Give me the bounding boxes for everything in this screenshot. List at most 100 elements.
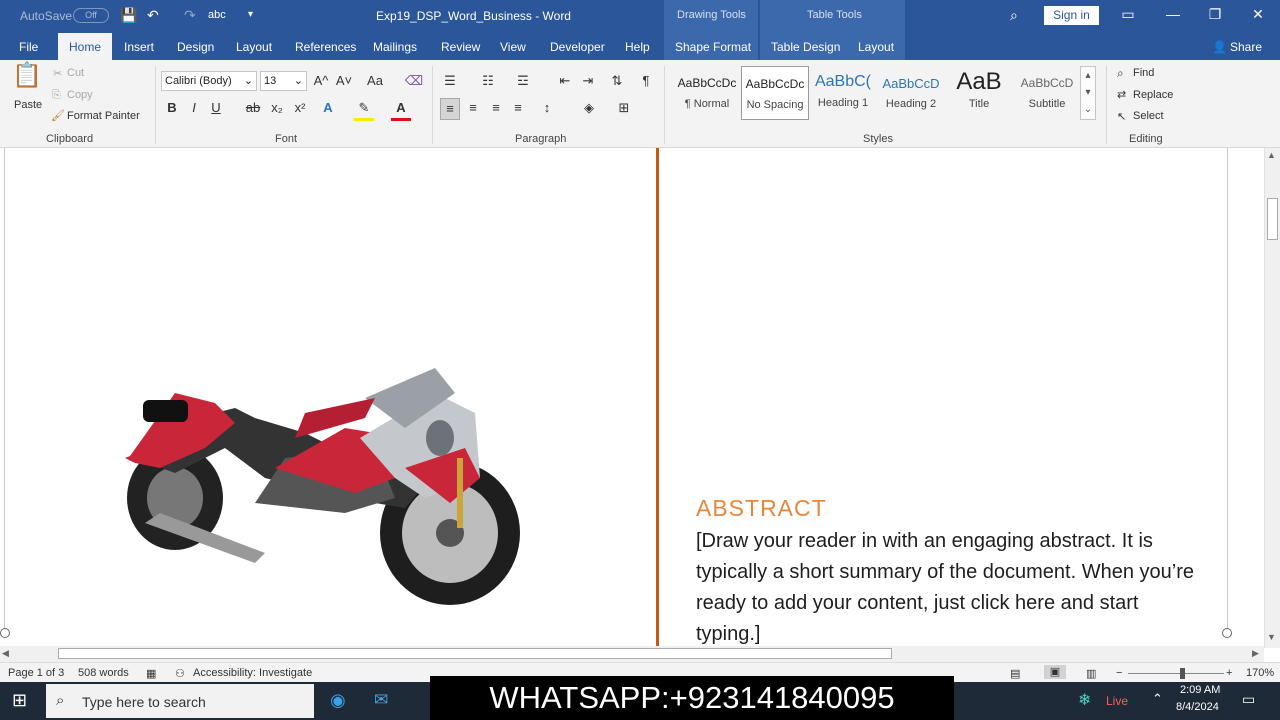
weather-icon[interactable]: ❄ [1078, 690, 1091, 710]
close-icon[interactable]: ✕ [1248, 6, 1268, 23]
highlight-icon[interactable]: ✎ [354, 98, 374, 121]
zoom-out-icon[interactable]: − [1116, 667, 1122, 679]
document-area[interactable]: ABSTRACT [Draw your reader in with an en… [0, 148, 1264, 648]
notifications-icon[interactable]: ▭ [1242, 691, 1255, 708]
zoom-slider[interactable] [1128, 673, 1224, 674]
show-marks-icon[interactable]: ¶ [636, 71, 656, 91]
shrink-font-button[interactable]: A˅ [334, 71, 354, 91]
tab-review[interactable]: Review [441, 40, 480, 54]
ribbon-display-icon[interactable]: ▭ [1118, 6, 1138, 23]
increase-indent-icon[interactable]: ⇥ [578, 71, 598, 91]
abstract-body-text[interactable]: [Draw your reader in with an engaging ab… [696, 526, 1196, 650]
vertical-scrollbar[interactable]: ▲ ▼ [1264, 148, 1280, 648]
share-button[interactable]: Share [1230, 40, 1262, 54]
multilevel-list-icon[interactable]: ☲ [513, 71, 533, 91]
tab-view[interactable]: View [500, 40, 526, 54]
windows-start-icon[interactable]: ⊞ [12, 690, 27, 711]
copy-button[interactable]: Copy [67, 89, 93, 101]
undo-icon[interactable]: ↶ [147, 7, 159, 23]
abstract-heading[interactable]: ABSTRACT [696, 495, 827, 522]
edge-icon[interactable]: ◉ [330, 690, 346, 711]
find-icon[interactable]: ⌕ [1117, 66, 1124, 81]
scroll-thumb[interactable] [58, 648, 892, 659]
strikethrough-button[interactable]: ab [243, 98, 263, 118]
scroll-thumb[interactable] [1267, 198, 1278, 240]
taskbar-time[interactable]: 2:09 AM [1180, 684, 1220, 696]
clear-formatting-icon[interactable]: ⌫ [404, 71, 424, 91]
web-layout-icon[interactable]: ▥ [1086, 667, 1096, 680]
autosave-toggle[interactable]: Off [73, 8, 109, 23]
accessibility-icon[interactable]: ⚇ [175, 667, 185, 680]
superscript-button[interactable]: x² [290, 98, 310, 118]
style-no-spacing[interactable]: AaBbCcDc No Spacing [741, 66, 809, 120]
zoom-level[interactable]: 170% [1246, 667, 1274, 679]
minimize-icon[interactable]: — [1163, 6, 1183, 22]
align-center-icon[interactable]: ≡ [463, 98, 483, 118]
tab-developer[interactable]: Developer [550, 40, 605, 54]
horizontal-scrollbar[interactable]: ◀ ▶ [0, 646, 1264, 662]
replace-icon[interactable]: ⇄ [1117, 88, 1126, 101]
select-button[interactable]: Select [1133, 110, 1164, 122]
style-title[interactable]: AaB Title [945, 66, 1013, 120]
italic-button[interactable]: I [185, 98, 203, 118]
sort-icon[interactable]: ⇅ [607, 71, 627, 91]
sign-in-button[interactable]: Sign in [1044, 6, 1099, 25]
taskbar-date[interactable]: 8/4/2024 [1176, 701, 1219, 713]
copy-icon[interactable]: ⎘ [52, 89, 61, 102]
numbering-icon[interactable]: ☷ [478, 71, 498, 91]
line-spacing-icon[interactable]: ↕ [537, 98, 557, 118]
read-mode-icon[interactable]: ▤ [1010, 667, 1020, 680]
tab-help[interactable]: Help [625, 40, 650, 54]
taskbar-search-box[interactable]: ⌕ Type here to search [46, 684, 314, 718]
justify-icon[interactable]: ≡ [508, 98, 528, 118]
style-heading-2[interactable]: AaBbCcD Heading 2 [877, 66, 945, 120]
tab-home[interactable]: Home [58, 33, 112, 60]
style-normal[interactable]: AaBbCcDc ¶ Normal [673, 66, 741, 120]
styles-scroll[interactable]: ▴ ▾ ⌄ [1080, 66, 1096, 120]
motorcycle-image[interactable] [105, 298, 535, 613]
tab-layout[interactable]: Layout [236, 40, 272, 54]
replace-button[interactable]: Replace [1133, 89, 1173, 101]
tab-file[interactable]: File [19, 40, 38, 54]
mail-icon[interactable]: ✉ [374, 690, 388, 710]
paste-icon[interactable]: 📋 [12, 64, 42, 96]
subscript-button[interactable]: x₂ [267, 98, 287, 118]
bullets-icon[interactable]: ☰ [440, 71, 460, 91]
tab-mailings[interactable]: Mailings [373, 40, 417, 54]
underline-button[interactable]: U [207, 98, 225, 118]
change-case-button[interactable]: Aa [362, 71, 388, 91]
paste-button[interactable]: Paste [14, 99, 42, 111]
text-effects-icon[interactable]: A [318, 98, 338, 118]
scroll-right-icon[interactable]: ▶ [1252, 648, 1259, 659]
font-size-box[interactable]: 13 ⌄ [260, 71, 307, 91]
tab-references[interactable]: References [295, 40, 356, 54]
tab-table-layout[interactable]: Layout [858, 40, 894, 54]
share-icon[interactable]: 👤 [1212, 40, 1227, 54]
style-heading-1[interactable]: AaBbC( Heading 1 [809, 66, 877, 120]
redo-icon[interactable]: ↷ [184, 7, 196, 23]
spelling-icon[interactable]: abc [208, 7, 226, 23]
scroll-down-icon[interactable]: ▼ [1267, 632, 1276, 642]
search-icon[interactable]: ⌕ [1010, 7, 1018, 23]
format-painter-button[interactable]: Format Painter [67, 110, 140, 122]
cut-button[interactable]: Cut [67, 67, 84, 79]
tab-table-design[interactable]: Table Design [771, 40, 840, 54]
resize-handle[interactable] [1222, 628, 1232, 638]
zoom-slider-thumb[interactable] [1180, 668, 1185, 679]
scroll-left-icon[interactable]: ◀ [2, 648, 9, 659]
borders-icon[interactable]: ⊞ [614, 98, 634, 118]
print-layout-icon[interactable]: ▣ [1044, 665, 1066, 679]
font-name-box[interactable]: Calibri (Body) ⌄ [161, 71, 257, 91]
align-right-icon[interactable]: ≡ [486, 98, 506, 118]
word-count[interactable]: 508 words [78, 667, 129, 679]
weather-status[interactable]: Live [1106, 694, 1128, 708]
style-subtitle[interactable]: AaBbCcD Subtitle [1013, 66, 1081, 120]
decrease-indent-icon[interactable]: ⇤ [555, 71, 575, 91]
shading-icon[interactable]: ◈ [579, 98, 599, 118]
save-icon[interactable]: 💾 [120, 7, 137, 23]
proofing-icon[interactable]: ▦ [146, 667, 156, 680]
scroll-up-icon[interactable]: ▲ [1267, 150, 1276, 160]
tab-shape-format[interactable]: Shape Format [675, 40, 751, 54]
tab-insert[interactable]: Insert [124, 40, 154, 54]
select-icon[interactable]: ↖ [1117, 110, 1126, 123]
